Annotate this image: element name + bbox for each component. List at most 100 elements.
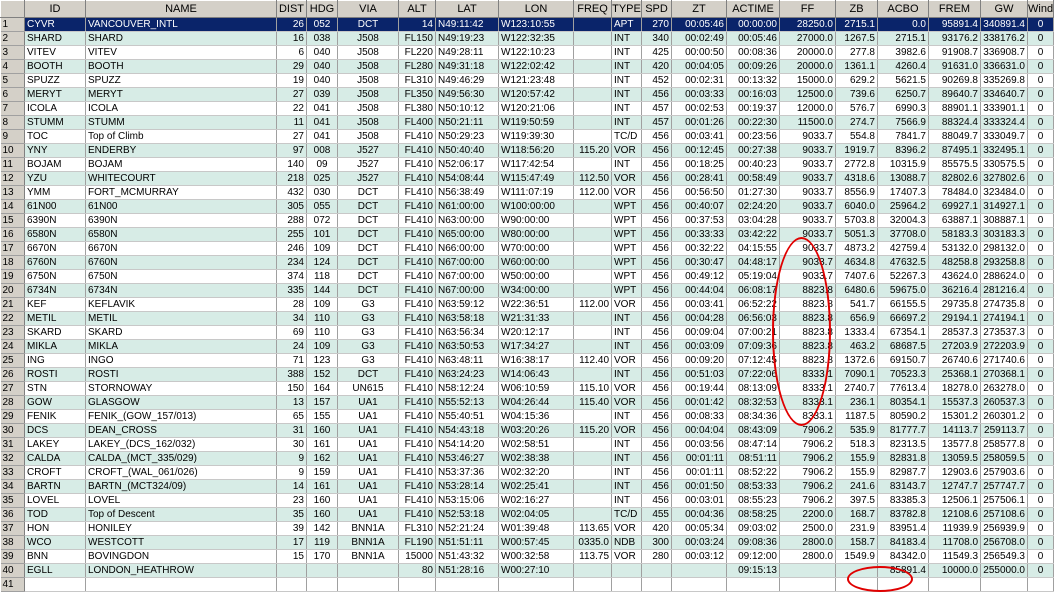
cell-dist[interactable]: 24 xyxy=(276,339,307,354)
cell-zb[interactable]: 629.2 xyxy=(835,73,878,88)
cell-zt[interactable]: 00:28:41 xyxy=(671,171,727,186)
cell-lon[interactable]: W04:26:44 xyxy=(498,395,574,410)
cell-id[interactable]: LOVEL xyxy=(24,493,86,508)
cell-alt[interactable]: FL410 xyxy=(398,255,436,270)
cell-actime[interactable]: 06:08:17 xyxy=(726,283,780,298)
cell-id[interactable]: YZU xyxy=(24,171,86,186)
cell-row-number[interactable]: 31 xyxy=(0,437,25,452)
cell-hdg[interactable]: 041 xyxy=(306,115,338,130)
cell-zt[interactable]: 00:19:44 xyxy=(671,381,727,396)
cell-wind[interactable]: 0 xyxy=(1027,549,1055,564)
cell-dist[interactable]: 39 xyxy=(276,521,307,536)
cell-acbo[interactable]: 6990.3 xyxy=(877,101,929,116)
cell-wind[interactable]: 0 xyxy=(1027,129,1055,144)
cell-lat[interactable]: N67:00:00 xyxy=(435,283,499,298)
cell-acbo[interactable]: 69150.7 xyxy=(877,353,929,368)
cell-name[interactable]: LONDON_HEATHROW xyxy=(85,563,277,578)
cell-actime[interactable]: 08:34:36 xyxy=(726,409,780,424)
cell-freq[interactable] xyxy=(573,129,612,144)
cell-name[interactable]: BOOTH xyxy=(85,59,277,74)
cell-freq[interactable] xyxy=(573,31,612,46)
cell-name[interactable]: SPUZZ xyxy=(85,73,277,88)
cell-lon[interactable]: W02:04:05 xyxy=(498,507,574,522)
cell-ff[interactable]: 9033.7 xyxy=(779,185,836,200)
cell-frem[interactable]: 18278.0 xyxy=(928,381,981,396)
cell-zt[interactable]: 00:04:36 xyxy=(671,507,727,522)
cell-row-number[interactable]: 29 xyxy=(0,409,25,424)
cell-id[interactable]: 6670N xyxy=(24,241,86,256)
cell-spd[interactable]: 425 xyxy=(641,45,672,60)
cell-row-number[interactable]: 13 xyxy=(0,185,25,200)
cell-alt[interactable]: FL410 xyxy=(398,493,436,508)
cell-wind[interactable]: 0 xyxy=(1027,381,1055,396)
cell-frem[interactable]: 95891.4 xyxy=(928,17,981,32)
cell-alt[interactable]: FL410 xyxy=(398,423,436,438)
cell-row-number[interactable]: 36 xyxy=(0,507,25,522)
table-row[interactable]: 9 TOC Top of Climb 27 041 J508 FL410 N50:29:23 W… xyxy=(0,129,1055,144)
table-row[interactable]: 11 BOJAM BOJAM 140 09 J527 FL410 N52:06:17 W117:… xyxy=(0,157,1055,172)
cell-freq[interactable] xyxy=(573,227,612,242)
cell-alt[interactable]: FL410 xyxy=(398,143,436,158)
cell-alt[interactable]: FL220 xyxy=(398,45,436,60)
cell-dist[interactable]: 13 xyxy=(276,395,307,410)
cell-hdg[interactable]: 110 xyxy=(306,325,338,340)
table-row[interactable]: 3 VITEV VITEV 6 040 J508 FL220 N49:28:11 W122:10… xyxy=(0,45,1055,60)
cell-dist[interactable]: 17 xyxy=(276,535,307,550)
cell-row-number[interactable]: 25 xyxy=(0,353,25,368)
cell-dist[interactable]: 69 xyxy=(276,325,307,340)
cell-actime[interactable]: 00:19:37 xyxy=(726,101,780,116)
cell-alt[interactable]: FL410 xyxy=(398,409,436,424)
cell-row-number[interactable]: 24 xyxy=(0,339,25,354)
cell-acbo[interactable]: 83385.3 xyxy=(877,493,929,508)
cell-freq[interactable]: 115.40 xyxy=(573,395,612,410)
cell-wind[interactable]: 0 xyxy=(1027,283,1055,298)
cell-type[interactable]: WPT xyxy=(611,241,642,256)
cell-zt[interactable]: 00:02:53 xyxy=(671,101,727,116)
cell-wind[interactable]: 0 xyxy=(1027,409,1055,424)
cell-zt[interactable] xyxy=(671,563,727,578)
cell-spd[interactable]: 456 xyxy=(641,423,672,438)
cell-hdg[interactable] xyxy=(306,577,338,592)
cell-via[interactable]: DCT xyxy=(337,269,399,284)
cell-zt[interactable]: 00:03:09 xyxy=(671,339,727,354)
cell-freq[interactable] xyxy=(573,255,612,270)
cell-lat[interactable]: N53:46:27 xyxy=(435,451,499,466)
cell-freq[interactable] xyxy=(573,283,612,298)
cell-alt[interactable]: FL410 xyxy=(398,507,436,522)
cell-hdg[interactable]: 055 xyxy=(306,199,338,214)
cell-alt[interactable]: FL410 xyxy=(398,381,436,396)
cell-alt[interactable]: FL410 xyxy=(398,353,436,368)
cell-type[interactable]: VOR xyxy=(611,381,642,396)
cell-frem[interactable]: 11708.0 xyxy=(928,535,981,550)
cell-zt[interactable]: 00:04:04 xyxy=(671,423,727,438)
cell-gw[interactable]: 334640.7 xyxy=(980,87,1028,102)
cell-acbo[interactable]: 84342.0 xyxy=(877,549,929,564)
cell-acbo[interactable]: 2715.1 xyxy=(877,31,929,46)
cell-hdg[interactable]: 041 xyxy=(306,129,338,144)
cell-spd[interactable]: 456 xyxy=(641,465,672,480)
cell-zb[interactable]: 4873.2 xyxy=(835,241,878,256)
cell-zt[interactable]: 00:18:25 xyxy=(671,157,727,172)
cell-dist[interactable]: 11 xyxy=(276,115,307,130)
cell-zb[interactable]: 4634.8 xyxy=(835,255,878,270)
cell-gw[interactable]: 327802.6 xyxy=(980,171,1028,186)
cell-dist[interactable]: 30 xyxy=(276,437,307,452)
cell-alt[interactable]: FL410 xyxy=(398,283,436,298)
cell-gw[interactable]: 257506.1 xyxy=(980,493,1028,508)
cell-spd[interactable]: 456 xyxy=(641,395,672,410)
cell-lat[interactable]: N49:56:30 xyxy=(435,87,499,102)
cell-wind[interactable]: 0 xyxy=(1027,227,1055,242)
cell-zb[interactable]: 155.9 xyxy=(835,451,878,466)
cell-wind[interactable]: 0 xyxy=(1027,395,1055,410)
cell-zb[interactable]: 4318.6 xyxy=(835,171,878,186)
cell-spd[interactable] xyxy=(641,577,672,592)
cell-zt[interactable]: 00:03:24 xyxy=(671,535,727,550)
cell-zb[interactable]: 158.7 xyxy=(835,535,878,550)
cell-via[interactable]: J508 xyxy=(337,115,399,130)
cell-row-number[interactable]: 12 xyxy=(0,171,25,186)
cell-id[interactable]: CALDA xyxy=(24,451,86,466)
cell-alt[interactable]: FL150 xyxy=(398,31,436,46)
cell-zb[interactable]: 2772.8 xyxy=(835,157,878,172)
cell-type[interactable]: VOR xyxy=(611,353,642,368)
cell-type[interactable]: VOR xyxy=(611,395,642,410)
